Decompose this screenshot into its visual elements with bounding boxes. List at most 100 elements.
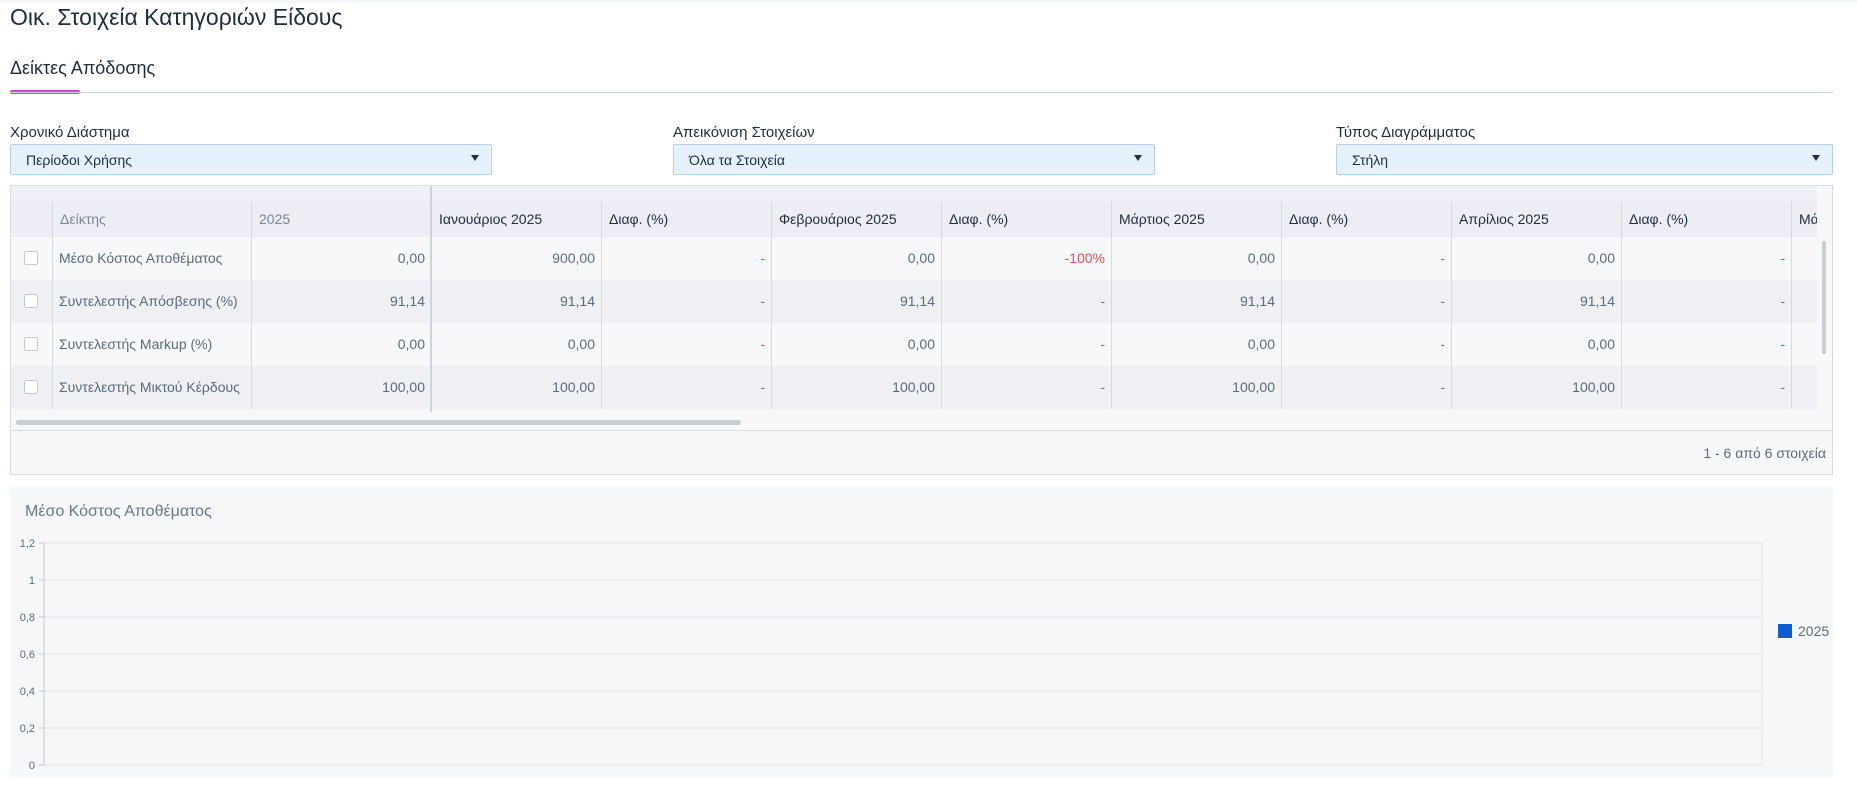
value-january: 91,14 xyxy=(431,280,601,323)
value-2025: 0,00 xyxy=(251,237,431,280)
y-tick-label: 1 xyxy=(29,575,35,587)
value-april: 100,00 xyxy=(1451,366,1621,409)
data-display-select[interactable]: Όλα τα Στοιχεία xyxy=(673,144,1155,175)
value-january: 0,00 xyxy=(431,323,601,366)
header-indicator[interactable]: Δείκτης xyxy=(52,201,262,237)
row-checkbox[interactable] xyxy=(24,294,38,308)
frozen-column-divider xyxy=(430,186,432,412)
caret-down-icon xyxy=(1134,155,1142,161)
diff-january: - xyxy=(601,366,771,409)
row-select-cell xyxy=(11,237,52,280)
grid-content: Δείκτης 2025 Ιανουάριος 2025 Διαφ. (%) Φ… xyxy=(11,186,1817,412)
header-february[interactable]: Φεβρουάριος 2025 xyxy=(771,201,941,237)
diff-february: -100% xyxy=(941,237,1111,280)
row-checkbox[interactable] xyxy=(24,380,38,394)
table-row[interactable]: Συντελεστής Απόσβεσης (%) 91,14 91,14 - … xyxy=(11,280,1817,323)
row-checkbox[interactable] xyxy=(24,251,38,265)
diff-february: - xyxy=(941,323,1111,366)
chart-plot: 0 0,2 0,4 0,6 0,8 1 1,2 xyxy=(20,538,1763,772)
indicator-name: Συντελεστής Απόσβεσης (%) xyxy=(52,280,251,323)
value-march: 91,14 xyxy=(1111,280,1281,323)
chart-type-label: Τύπος Διαγράμματος xyxy=(1336,124,1476,141)
header-january[interactable]: Ιανουάριος 2025 xyxy=(431,201,601,237)
header-select-column xyxy=(11,201,52,237)
value-february: 0,00 xyxy=(771,323,941,366)
diff-march: - xyxy=(1281,323,1451,366)
value-january: 100,00 xyxy=(431,366,601,409)
chart-panel: Μέσο Κόστος Αποθέματος 0 0,2 0,4 0,6 0,8 1 1,2… xyxy=(10,487,1833,777)
row-select-cell xyxy=(11,280,52,323)
table-row[interactable]: Συντελεστής Markup (%) 0,00 0,00 - 0,00 … xyxy=(11,323,1817,366)
value-april: 91,14 xyxy=(1451,280,1621,323)
diff-april: - xyxy=(1621,280,1791,323)
chart-type-value: Στήλη xyxy=(1352,152,1389,168)
header-year-2025[interactable]: 2025 xyxy=(251,201,431,237)
horizontal-scrollbar[interactable] xyxy=(16,420,741,425)
y-tick-label: 0,4 xyxy=(20,686,35,698)
tab-divider xyxy=(10,92,1833,93)
time-period-filter: Χρονικό Διάστημα Περίοδοι Χρήσης xyxy=(10,124,492,175)
value-march: 0,00 xyxy=(1111,237,1281,280)
legend-swatch xyxy=(1778,624,1792,638)
value-february: 0,00 xyxy=(771,237,941,280)
value-march: 0,00 xyxy=(1111,323,1281,366)
value-may xyxy=(1791,280,1817,323)
indicator-name: Συντελεστής Μικτού Κέρδους xyxy=(52,366,251,409)
y-tick-label: 1,2 xyxy=(20,538,35,550)
value-february: 91,14 xyxy=(771,280,941,323)
diff-april: - xyxy=(1621,323,1791,366)
value-2025: 100,00 xyxy=(251,366,431,409)
value-may xyxy=(1791,237,1817,280)
top-edge xyxy=(0,0,1857,3)
caret-down-icon xyxy=(471,155,479,161)
header-march[interactable]: Μάρτιος 2025 xyxy=(1111,201,1281,237)
y-tick-label: 0 xyxy=(29,760,35,772)
caret-down-icon xyxy=(1812,155,1820,161)
indicator-name: Μέσο Κόστος Αποθέματος xyxy=(52,237,251,280)
vertical-scrollbar[interactable] xyxy=(1822,241,1826,354)
value-january: 900,00 xyxy=(431,237,601,280)
diff-january: - xyxy=(601,280,771,323)
tab-performance-indicators[interactable]: Δείκτες Απόδοσης xyxy=(10,58,155,79)
value-april: 0,00 xyxy=(1451,323,1621,366)
indicators-grid: Δείκτης 2025 Ιανουάριος 2025 Διαφ. (%) Φ… xyxy=(10,185,1833,475)
diff-february: - xyxy=(941,280,1111,323)
value-may xyxy=(1791,366,1817,409)
data-display-value: Όλα τα Στοιχεία xyxy=(689,152,785,168)
header-january-diff[interactable]: Διαφ. (%) xyxy=(601,201,771,237)
indicator-name: Συντελεστής Markup (%) xyxy=(52,323,251,366)
diff-march: - xyxy=(1281,237,1451,280)
data-display-filter: Απεικόνιση Στοιχείων Όλα τα Στοιχεία xyxy=(673,124,1155,175)
diff-april: - xyxy=(1621,237,1791,280)
value-may xyxy=(1791,323,1817,366)
chart-type-select[interactable]: Στήλη xyxy=(1336,144,1833,175)
diff-february: - xyxy=(941,366,1111,409)
chart-legend[interactable]: 2025 xyxy=(1778,623,1829,639)
table-row[interactable]: Συντελεστής Μικτού Κέρδους 100,00 100,00… xyxy=(11,366,1817,409)
value-april: 0,00 xyxy=(1451,237,1621,280)
data-display-label: Απεικόνιση Στοιχείων xyxy=(673,124,815,141)
row-select-cell xyxy=(11,366,52,409)
header-april[interactable]: Απρίλιος 2025 xyxy=(1451,201,1621,237)
diff-january: - xyxy=(601,237,771,280)
grid-group-header xyxy=(11,186,1817,202)
pager-info: 1 - 6 από 6 στοιχεία xyxy=(1703,445,1826,461)
diff-march: - xyxy=(1281,280,1451,323)
row-select-cell xyxy=(11,323,52,366)
header-march-diff[interactable]: Διαφ. (%) xyxy=(1281,201,1451,237)
value-2025: 0,00 xyxy=(251,323,431,366)
header-april-diff[interactable]: Διαφ. (%) xyxy=(1621,201,1791,237)
table-row[interactable]: Μέσο Κόστος Αποθέματος 0,00 900,00 - 0,0… xyxy=(11,237,1817,280)
diff-march: - xyxy=(1281,366,1451,409)
time-period-select[interactable]: Περίοδοι Χρήσης xyxy=(10,144,492,175)
legend-label-2025: 2025 xyxy=(1798,623,1830,639)
chart-type-filter: Τύπος Διαγράμματος Στήλη xyxy=(1336,124,1833,175)
grid-pager: 1 - 6 από 6 στοιχεία xyxy=(11,430,1832,474)
diff-april: - xyxy=(1621,366,1791,409)
header-february-diff[interactable]: Διαφ. (%) xyxy=(941,201,1111,237)
row-checkbox[interactable] xyxy=(24,337,38,351)
header-may[interactable]: Μάι xyxy=(1791,201,1817,237)
y-tick-label: 0,6 xyxy=(20,649,35,661)
value-february: 100,00 xyxy=(771,366,941,409)
y-tick-label: 0,8 xyxy=(20,612,35,624)
